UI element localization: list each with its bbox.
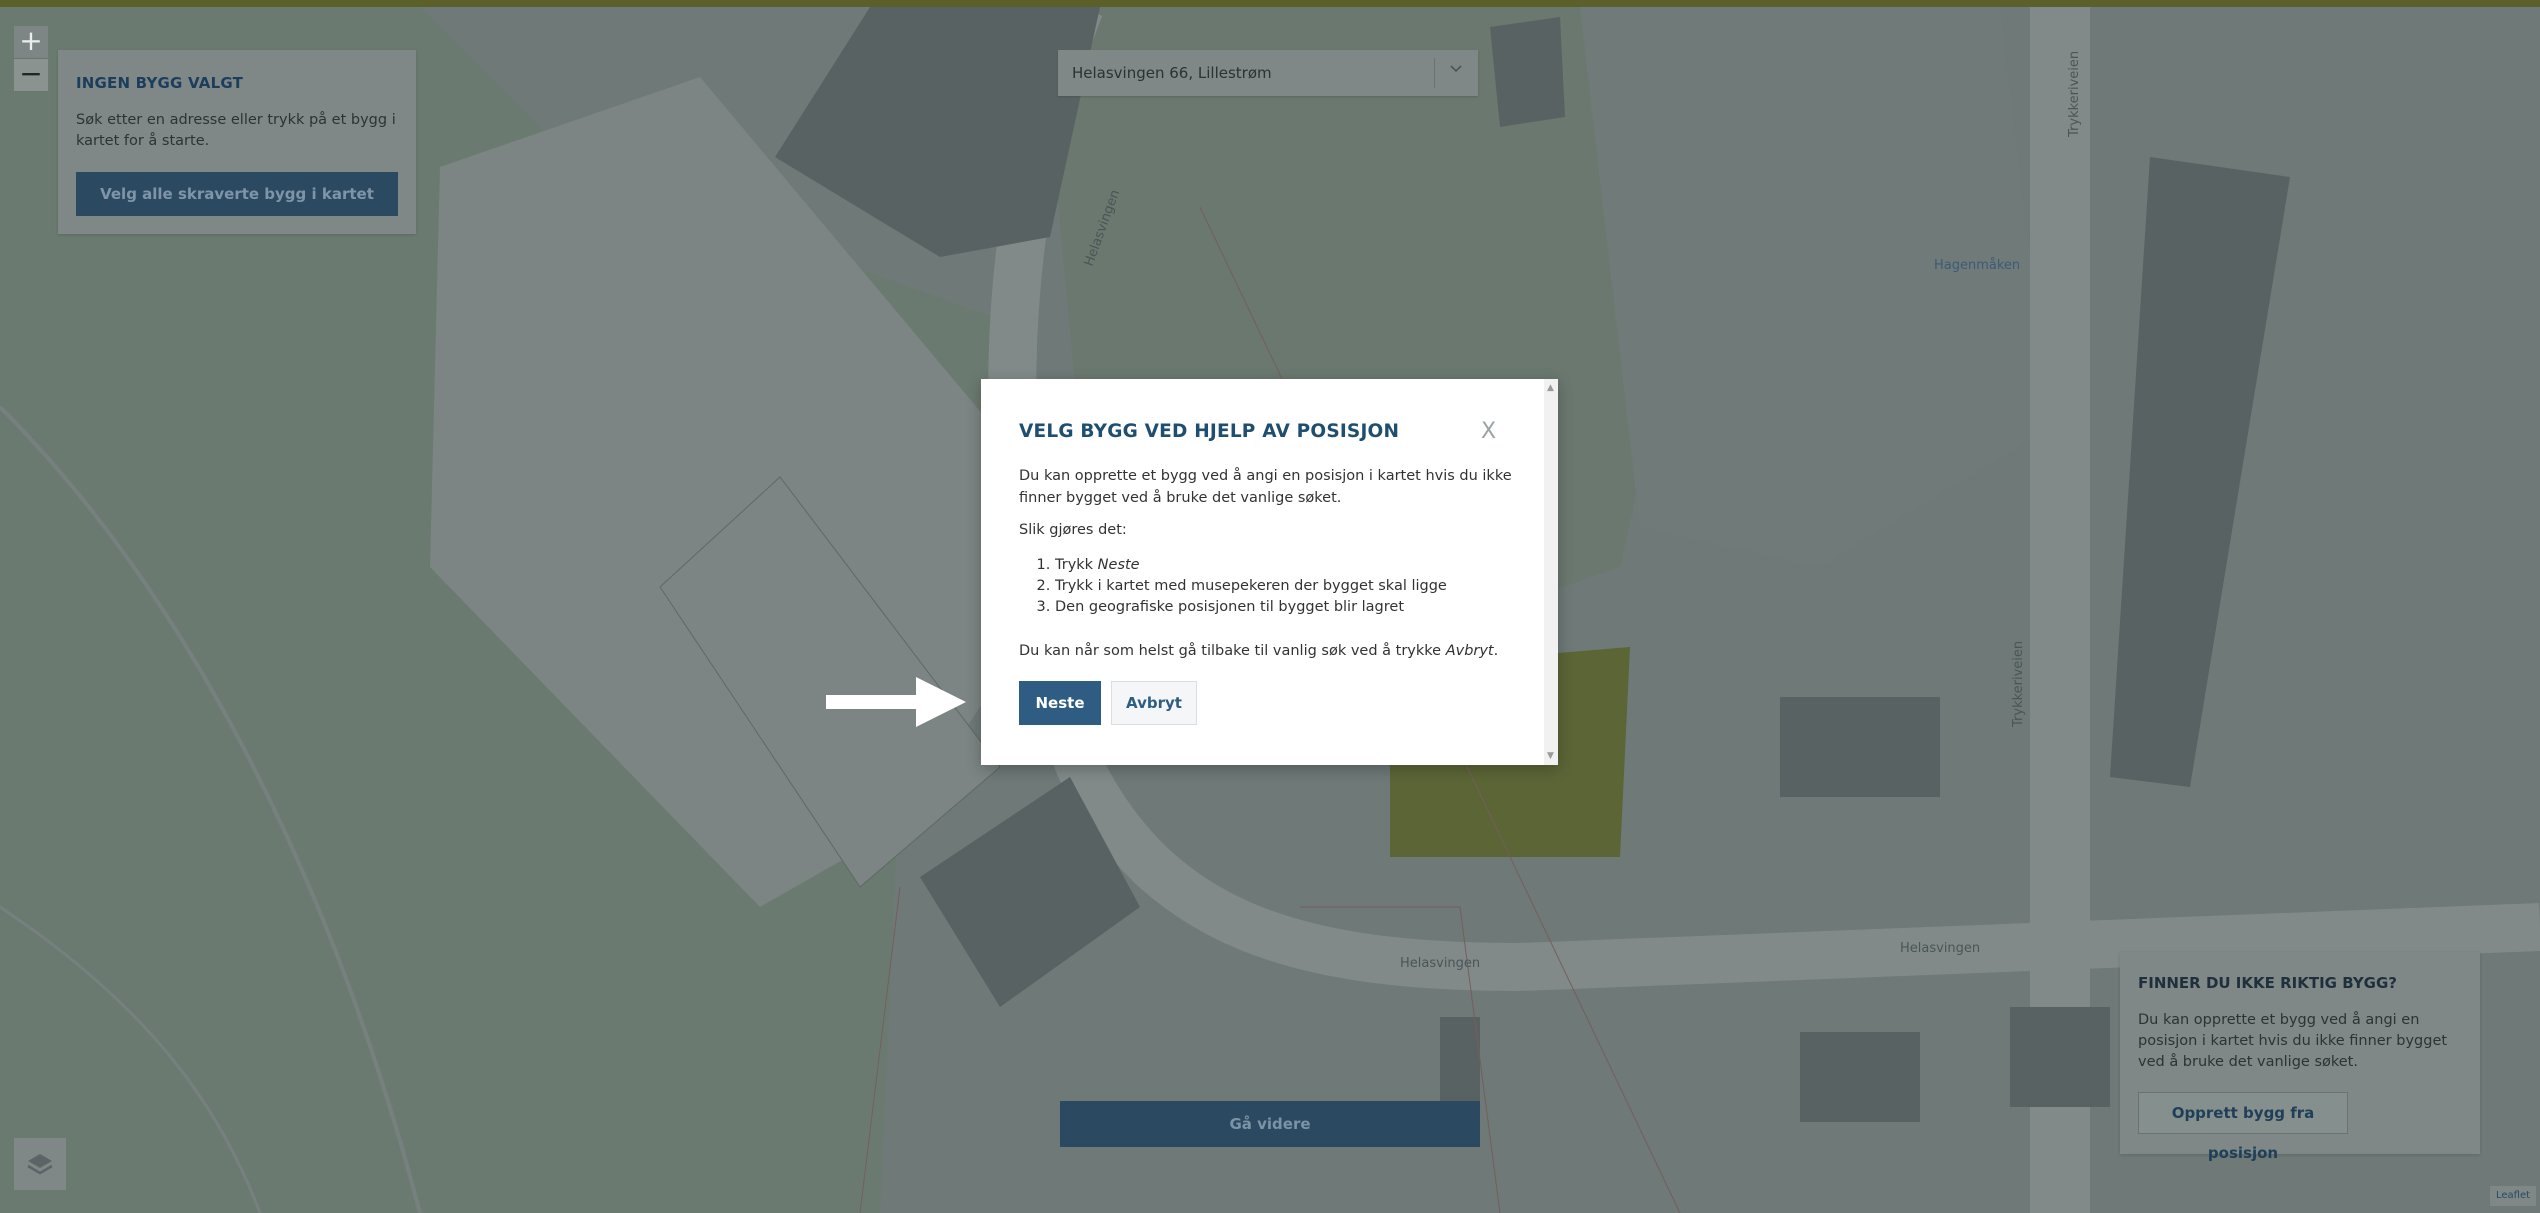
map-label-road: Trykkeriveien xyxy=(2067,51,2082,138)
select-all-buildings-button[interactable]: Velg alle skraverte bygg i kartet xyxy=(76,172,398,216)
create-from-position-button[interactable]: Opprett bygg fra posisjon xyxy=(2138,1092,2348,1162)
step-emphasis: Neste xyxy=(1097,557,1140,573)
dialog-step: Den geografiske posisjonen til bygget bl… xyxy=(1055,597,1447,618)
outro-text: Du kan når som helst gå tilbake til vanl… xyxy=(1019,643,1446,659)
selection-panel: INGEN BYGG VALGT Søk etter en adresse el… xyxy=(58,50,416,234)
not-found-panel: FINNER DU IKKE RIKTIG BYGG? Du kan oppre… xyxy=(2120,952,2480,1162)
layers-icon xyxy=(27,1154,53,1175)
leaflet-attribution-link[interactable]: Leaflet xyxy=(2490,1186,2536,1206)
continue-button[interactable]: Gå videre xyxy=(1060,1101,1480,1147)
zoom-out-button[interactable]: − xyxy=(14,59,48,92)
scroll-down-icon[interactable]: ▼ xyxy=(1547,751,1554,761)
zoom-in-button[interactable]: + xyxy=(14,26,48,59)
step-text: Trykk xyxy=(1055,557,1098,573)
dialog-scrollbar[interactable]: ▲ ▼ xyxy=(1544,379,1558,765)
dialog-outro: Du kan når som helst gå tilbake til vanl… xyxy=(1019,643,1498,659)
address-search-separator xyxy=(1434,58,1435,88)
close-icon[interactable]: X xyxy=(1481,419,1496,444)
top-border xyxy=(0,0,2540,7)
address-search-value: Helasvingen 66, Lillestrøm xyxy=(1072,64,1272,82)
chevron-down-icon[interactable] xyxy=(1448,60,1464,80)
map-label-road: Helasvingen xyxy=(1900,941,1980,956)
position-dialog: ▲ ▼ VELG BYGG VED HJELP AV POSISJON X Du… xyxy=(981,379,1558,765)
dialog-title: VELG BYGG VED HJELP AV POSISJON xyxy=(1019,421,1400,442)
map-label-road: Helasvingen xyxy=(1400,956,1480,971)
not-found-panel-description: Du kan opprette et bygg ved å angi en po… xyxy=(2138,1012,2448,1070)
selection-panel-description: Søk etter en adresse eller trykk på et b… xyxy=(76,112,396,149)
outro-emphasis: Avbryt xyxy=(1445,643,1494,659)
layers-button[interactable] xyxy=(14,1138,66,1190)
dialog-how-to: Slik gjøres det: xyxy=(1019,522,1127,538)
selection-panel-title: INGEN BYGG VALGT xyxy=(76,74,244,92)
cancel-button[interactable]: Avbryt xyxy=(1111,681,1197,725)
map-label-road: Trykkeriveien xyxy=(2011,641,2026,728)
outro-suffix: . xyxy=(1493,643,1499,659)
arrow-right-icon xyxy=(826,677,966,727)
zoom-control: + − xyxy=(14,26,48,92)
next-button[interactable]: Neste xyxy=(1019,681,1101,725)
dialog-step: Trykk i kartet med musepekeren der bygge… xyxy=(1055,576,1447,597)
dialog-step: Trykk Neste xyxy=(1055,555,1447,576)
not-found-panel-title: FINNER DU IKKE RIKTIG BYGG? xyxy=(2138,974,2398,992)
scroll-up-icon[interactable]: ▲ xyxy=(1547,383,1554,393)
address-search[interactable]: Helasvingen 66, Lillestrøm xyxy=(1058,50,1478,96)
dialog-intro: Du kan opprette et bygg ved å angi en po… xyxy=(1019,468,1512,506)
map-label-place: Hagenmåken xyxy=(1934,258,2020,273)
dialog-steps: Trykk Neste Trykk i kartet med musepeker… xyxy=(1019,555,1447,618)
